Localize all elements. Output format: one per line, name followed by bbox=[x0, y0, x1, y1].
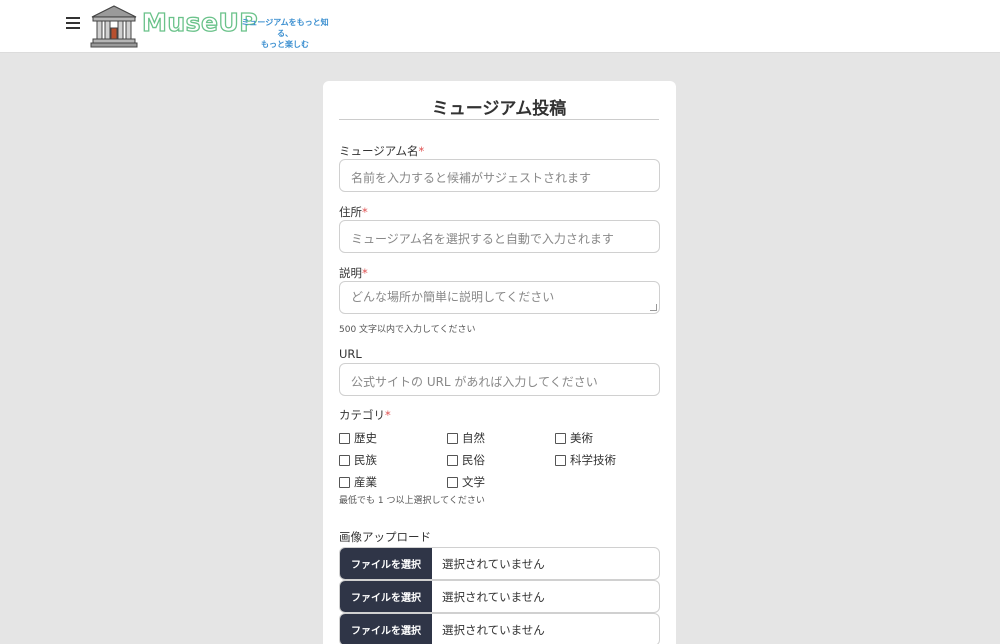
choose-file-button[interactable]: ファイルを選択 bbox=[340, 581, 432, 612]
checkbox-label: 自然 bbox=[462, 431, 485, 445]
tagline-line-2: もっと楽しむ bbox=[261, 40, 309, 49]
resize-handle-icon[interactable] bbox=[650, 304, 657, 311]
description-note: 500 文字以内で入力してください bbox=[339, 325, 476, 335]
category-checkbox-science[interactable]: 科学技術 bbox=[555, 452, 616, 468]
checkbox-icon[interactable] bbox=[339, 432, 350, 444]
category-label-text: カテゴリ bbox=[339, 408, 385, 422]
logo-tagline: ミュージアムをもっと知る、 もっと楽しむ bbox=[239, 17, 331, 50]
file-input-2[interactable]: ファイルを選択 選択されていません bbox=[339, 580, 660, 613]
choose-file-button[interactable]: ファイルを選択 bbox=[340, 548, 432, 579]
category-checkbox-art[interactable]: 美術 bbox=[555, 430, 593, 446]
file-status: 選択されていません bbox=[442, 556, 545, 571]
choose-file-button[interactable]: ファイルを選択 bbox=[340, 614, 432, 644]
file-input-1[interactable]: ファイルを選択 選択されていません bbox=[339, 547, 660, 580]
checkbox-label: 民族 bbox=[354, 453, 377, 467]
museum-post-form: ミュージアム投稿 ミュージアム名* 名前を入力すると候補がサジェストされます 住… bbox=[323, 81, 676, 644]
description-placeholder: どんな場所か簡単に説明してください bbox=[351, 290, 555, 304]
url-label: URL bbox=[339, 347, 362, 361]
file-input-3[interactable]: ファイルを選択 選択されていません bbox=[339, 613, 660, 644]
category-label: カテゴリ* bbox=[339, 407, 391, 423]
checkbox-icon[interactable] bbox=[339, 454, 350, 466]
checkbox-icon[interactable] bbox=[555, 432, 566, 444]
category-checkbox-nature[interactable]: 自然 bbox=[447, 430, 485, 446]
category-checkbox-folklore[interactable]: 民俗 bbox=[447, 452, 485, 468]
checkbox-label: 民俗 bbox=[462, 453, 485, 467]
museum-name-label-text: ミュージアム名 bbox=[339, 144, 419, 158]
checkbox-icon[interactable] bbox=[447, 476, 458, 488]
tagline-line-1: ミュージアムをもっと知る、 bbox=[241, 18, 329, 38]
checkbox-label: 文学 bbox=[462, 475, 485, 489]
description-textarea[interactable]: どんな場所か簡単に説明してください bbox=[339, 281, 660, 314]
hamburger-menu-icon[interactable] bbox=[66, 17, 80, 31]
file-status: 選択されていません bbox=[442, 622, 545, 637]
category-checkbox-ethnology[interactable]: 民族 bbox=[339, 452, 377, 468]
address-label: 住所* bbox=[339, 204, 368, 220]
description-label-text: 説明 bbox=[339, 266, 362, 280]
checkbox-label: 科学技術 bbox=[570, 453, 616, 467]
form-title: ミュージアム投稿 bbox=[339, 94, 659, 120]
site-header: MuseUP ミュージアムをもっと知る、 もっと楽しむ bbox=[0, 0, 1000, 53]
image-upload-label: 画像アップロード bbox=[339, 530, 431, 544]
checkbox-label: 歴史 bbox=[354, 431, 377, 445]
category-note: 最低でも 1 つ以上選択してください bbox=[339, 496, 485, 506]
museum-logo-icon[interactable] bbox=[90, 4, 138, 48]
category-checkbox-literature[interactable]: 文学 bbox=[447, 474, 485, 490]
address-input[interactable]: ミュージアム名を選択すると自動で入力されます bbox=[339, 220, 660, 253]
file-status: 選択されていません bbox=[442, 589, 545, 604]
checkbox-label: 産業 bbox=[354, 475, 377, 489]
required-mark: * bbox=[362, 266, 368, 280]
category-checkbox-history[interactable]: 歴史 bbox=[339, 430, 377, 446]
required-mark: * bbox=[385, 408, 391, 422]
address-label-text: 住所 bbox=[339, 205, 362, 219]
museum-name-label: ミュージアム名* bbox=[339, 143, 424, 159]
category-checkbox-industry[interactable]: 産業 bbox=[339, 474, 377, 490]
description-label: 説明* bbox=[339, 265, 368, 281]
checkbox-icon[interactable] bbox=[555, 454, 566, 466]
required-mark: * bbox=[418, 144, 425, 158]
url-input[interactable]: 公式サイトの URL があれば入力してください bbox=[339, 363, 660, 396]
checkbox-icon[interactable] bbox=[447, 454, 458, 466]
museum-name-input[interactable]: 名前を入力すると候補がサジェストされます bbox=[339, 159, 660, 192]
required-mark: * bbox=[362, 205, 368, 219]
checkbox-icon[interactable] bbox=[339, 476, 350, 488]
checkbox-label: 美術 bbox=[570, 431, 593, 445]
checkbox-icon[interactable] bbox=[447, 432, 458, 444]
